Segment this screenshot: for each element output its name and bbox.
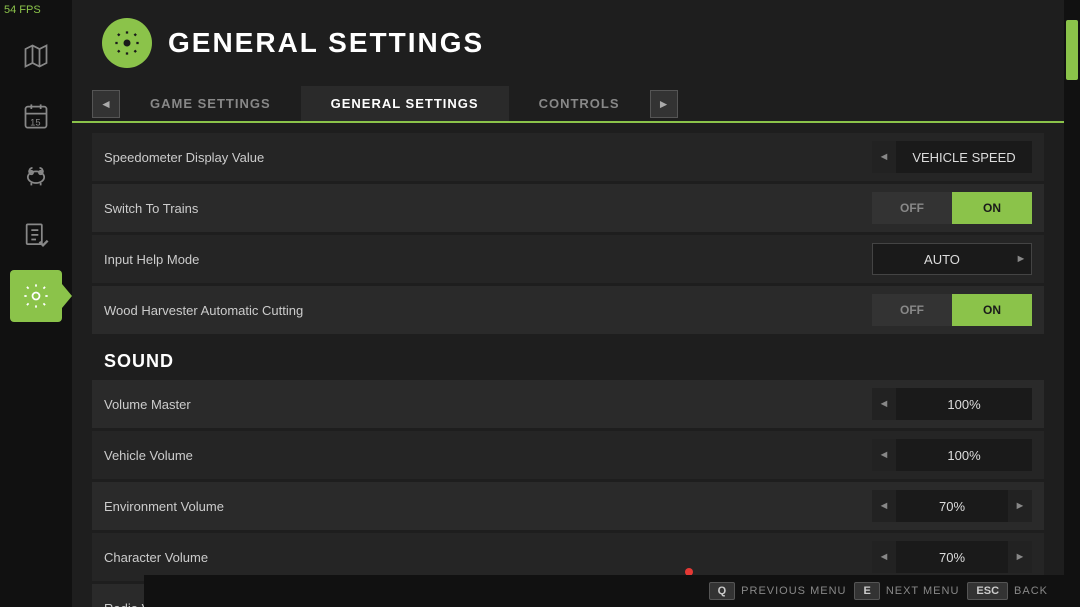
switch-trains-label: Switch To Trains — [104, 201, 872, 216]
env-volume-label: Environment Volume — [104, 499, 872, 514]
vehicle-volume-left[interactable]: ◄ — [872, 439, 896, 471]
setting-env-volume: Environment Volume ◄ 70% ► — [92, 482, 1044, 530]
switch-trains-on[interactable]: ON — [952, 192, 1032, 224]
sidebar-arrow — [62, 284, 72, 308]
bottom-bar: Q PREVIOUS MENU E NEXT MENU ESC BACK — [144, 575, 1064, 607]
back-badge: ESC — [967, 582, 1008, 600]
char-volume-control[interactable]: ◄ 70% ► — [872, 541, 1032, 573]
next-menu-label: NEXT MENU — [886, 585, 960, 597]
prev-menu-key[interactable]: Q PREVIOUS MENU — [709, 582, 847, 600]
speedometer-left-arrow[interactable]: ◄ — [872, 141, 896, 173]
switch-trains-control[interactable]: OFF ON — [872, 192, 1032, 224]
tab-prev-arrow[interactable]: ◄ — [92, 90, 120, 118]
speedometer-label: Speedometer Display Value — [104, 150, 872, 165]
setting-speedometer: Speedometer Display Value ◄ VEHICLE SPEE… — [92, 133, 1044, 181]
sidebar-item-animals[interactable] — [10, 150, 62, 202]
vehicle-volume-control[interactable]: ◄ 100% — [872, 439, 1032, 471]
input-help-control[interactable]: AUTO ► — [872, 243, 1032, 275]
tab-next-arrow[interactable]: ► — [650, 90, 678, 118]
setting-switch-trains: Switch To Trains OFF ON — [92, 184, 1044, 232]
volume-master-value: 100% — [896, 397, 1032, 412]
tab-general-settings[interactable]: GENERAL SETTINGS — [301, 86, 509, 123]
header-icon — [102, 18, 152, 68]
sidebar-item-contracts[interactable] — [10, 210, 62, 262]
env-volume-left[interactable]: ◄ — [872, 490, 896, 522]
sidebar: 15 — [0, 0, 72, 607]
input-help-arrow[interactable]: ► — [1011, 243, 1031, 275]
scrollbar-thumb[interactable] — [1066, 20, 1078, 80]
wood-harvester-on[interactable]: ON — [952, 294, 1032, 326]
prev-menu-label: PREVIOUS MENU — [741, 585, 846, 597]
main-content: GENERAL SETTINGS ◄ GAME SETTINGS GENERAL… — [72, 0, 1064, 607]
sound-section-header: SOUND — [92, 337, 1044, 380]
input-help-value: AUTO — [873, 252, 1011, 267]
back-label: BACK — [1014, 585, 1048, 597]
next-menu-badge: E — [854, 582, 879, 600]
next-menu-key[interactable]: E NEXT MENU — [854, 582, 959, 600]
char-volume-left[interactable]: ◄ — [872, 541, 896, 573]
tab-controls[interactable]: CONTROLS — [509, 86, 650, 123]
speedometer-value: VEHICLE SPEED — [896, 150, 1032, 165]
scrollbar[interactable] — [1064, 0, 1080, 607]
env-volume-value: 70% — [896, 499, 1008, 514]
svg-text:15: 15 — [30, 117, 40, 127]
setting-vehicle-volume: Vehicle Volume ◄ 100% — [92, 431, 1044, 479]
tabs-bar: ◄ GAME SETTINGS GENERAL SETTINGS CONTROL… — [72, 86, 1064, 123]
env-volume-right[interactable]: ► — [1008, 490, 1032, 522]
volume-master-control[interactable]: ◄ 100% — [872, 388, 1032, 420]
sidebar-item-map[interactable] — [10, 30, 62, 82]
char-volume-label: Character Volume — [104, 550, 872, 565]
char-volume-right[interactable]: ► — [1008, 541, 1032, 573]
settings-area[interactable]: Speedometer Display Value ◄ VEHICLE SPEE… — [72, 123, 1064, 607]
fps-counter: 54 FPS — [4, 4, 41, 16]
switch-trains-off[interactable]: OFF — [872, 192, 952, 224]
input-help-label: Input Help Mode — [104, 252, 872, 267]
wood-harvester-label: Wood Harvester Automatic Cutting — [104, 303, 872, 318]
header: GENERAL SETTINGS — [72, 0, 1064, 86]
wood-harvester-control[interactable]: OFF ON — [872, 294, 1032, 326]
tab-game-settings[interactable]: GAME SETTINGS — [120, 86, 301, 123]
volume-master-label: Volume Master — [104, 397, 872, 412]
setting-char-volume: Character Volume ◄ 70% ► — [92, 533, 1044, 581]
back-key[interactable]: ESC BACK — [967, 582, 1048, 600]
setting-wood-harvester: Wood Harvester Automatic Cutting OFF ON — [92, 286, 1044, 334]
setting-input-help: Input Help Mode AUTO ► — [92, 235, 1044, 283]
char-volume-value: 70% — [896, 550, 1008, 565]
page-title: GENERAL SETTINGS — [168, 27, 484, 59]
env-volume-control[interactable]: ◄ 70% ► — [872, 490, 1032, 522]
vehicle-volume-value: 100% — [896, 448, 1032, 463]
speedometer-control[interactable]: ◄ VEHICLE SPEED — [872, 141, 1032, 173]
vehicle-volume-label: Vehicle Volume — [104, 448, 872, 463]
sidebar-item-settings[interactable] — [10, 270, 62, 322]
prev-menu-badge: Q — [709, 582, 736, 600]
volume-master-left[interactable]: ◄ — [872, 388, 896, 420]
sidebar-item-calendar[interactable]: 15 — [10, 90, 62, 142]
wood-harvester-off[interactable]: OFF — [872, 294, 952, 326]
setting-volume-master: Volume Master ◄ 100% — [92, 380, 1044, 428]
